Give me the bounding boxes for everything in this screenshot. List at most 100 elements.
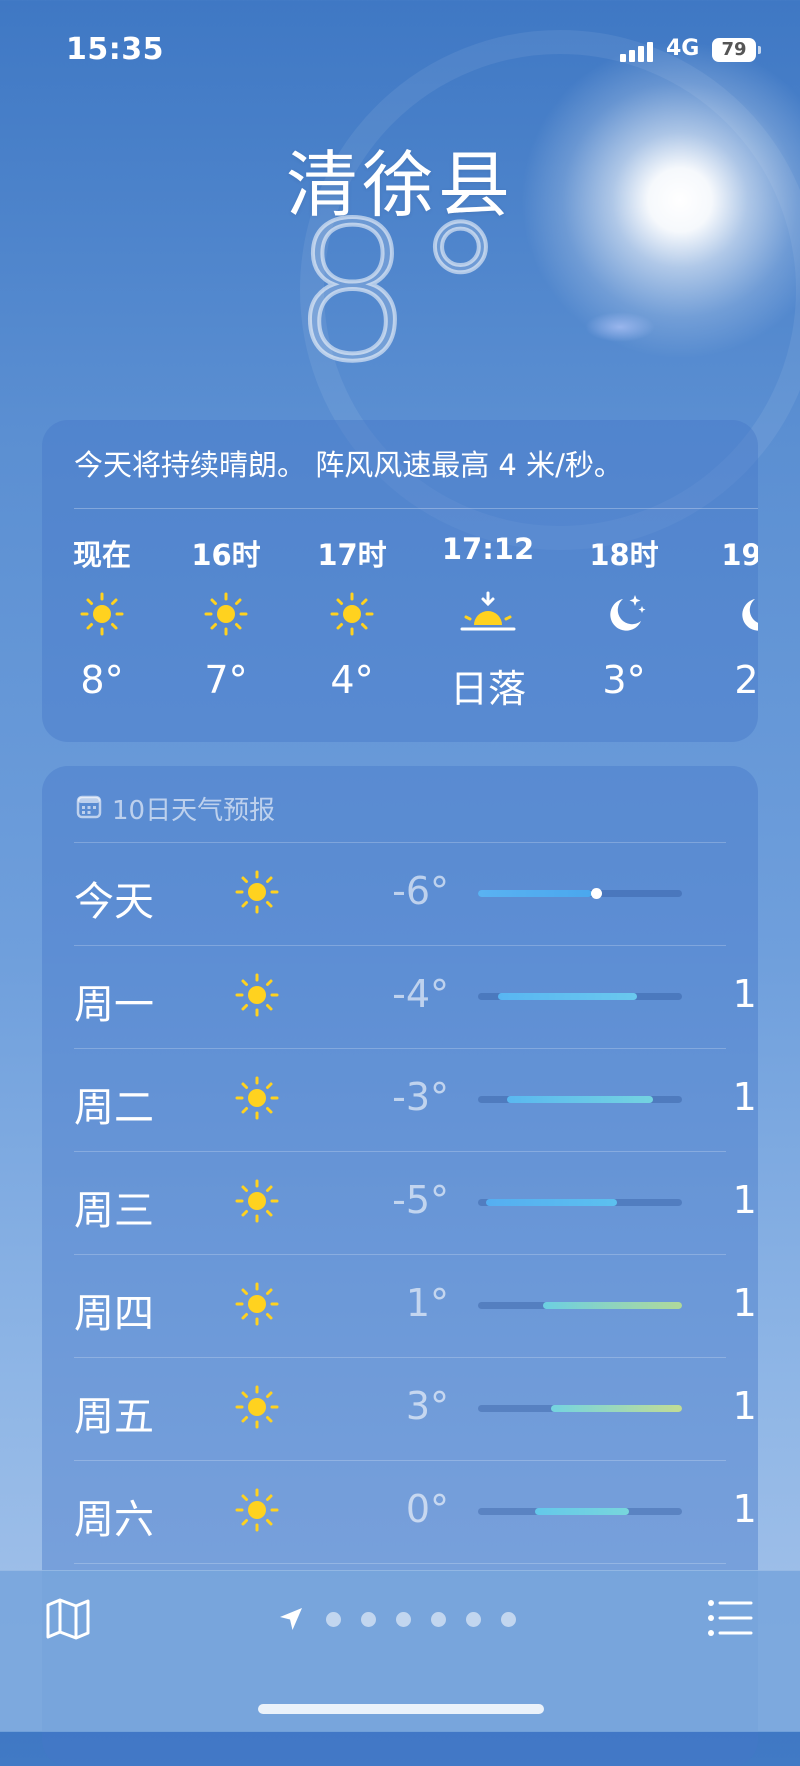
forecast-low: 3° [405,1384,449,1428]
ten-day-title: 10日天气预报 [112,795,276,826]
location-arrow-icon[interactable] [278,1606,304,1632]
ten-day-header: 10日天气预报 [76,788,275,828]
forecast-day: 周五 [74,1394,154,1440]
forecast-day: 周四 [74,1291,154,1337]
sun-icon [166,572,286,656]
hour-temperature: 3° [602,658,646,702]
forecast-high: 11° [732,1487,758,1531]
sun-icon [292,572,412,656]
sun-icon [234,1178,284,1228]
forecast-row[interactable]: 周三 -5° 10° [74,1151,758,1255]
hour-item: 现在 8° [42,532,162,702]
forecast-low: -4° [392,972,449,1016]
page-dot[interactable] [466,1611,481,1627]
sun-icon [234,1384,284,1434]
battery-icon: 79 [712,38,756,62]
sun-icon [234,1075,284,1125]
forecast-day: 周一 [74,982,154,1028]
page-dot[interactable] [431,1611,446,1627]
forecast-low: 0° [405,1487,449,1531]
forecast-low: -5° [392,1178,449,1222]
temperature-range-bar [551,1405,682,1412]
temperature-range-track [478,993,682,1000]
current-temperature: 8° [290,182,510,403]
sunset-icon [428,572,548,656]
temperature-range-track [478,1405,682,1412]
temperature-range-track [478,1508,682,1515]
forecast-row[interactable]: 今天 -6° 8° [74,842,758,946]
forecast-low: 1° [405,1281,449,1325]
bottom-toolbar [0,1570,800,1732]
battery-cap [758,46,761,54]
forecast-day: 周六 [74,1497,154,1543]
hour-temperature: 8° [80,658,124,702]
hour-temperature: 日落 [449,667,526,711]
current-temperature-marker [590,888,602,899]
forecast-row[interactable]: 周四 1° 17° [74,1254,758,1358]
calendar-icon [76,793,102,823]
moon-stars-icon [696,572,758,656]
hour-item: 17时 4° [292,532,412,702]
forecast-day: 今天 [74,879,154,925]
hour-label: 19时 [721,538,758,572]
forecast-high: 8° [680,869,758,913]
temperature-range-track [478,1302,682,1309]
hour-item: 18时 3° [564,532,684,702]
forecast-low: -6° [392,869,449,913]
temperature-range-bar [543,1302,682,1309]
temperature-range-bar [486,1199,617,1206]
sun-icon [234,1281,284,1331]
page-dot[interactable] [396,1611,411,1627]
temperature-range-track [478,888,682,899]
hour-temperature: 4° [330,658,374,702]
page-dot[interactable] [361,1611,376,1627]
hourly-strip[interactable]: 现在 8° 16时 7° 17时 4° 17:12 日落 18时 3° 19 2 [42,532,758,732]
cellular-signal-icon [620,40,656,62]
sun-icon [234,972,284,1022]
hour-label: 17:12 [441,532,535,566]
hour-label: 现在 [72,538,131,572]
page-dot[interactable] [501,1611,516,1627]
hourly-forecast-card[interactable]: 今天将持续晴朗。 阵风风速最高 4 米/秒。 现在 8° 16时 7° 17时 … [42,420,758,742]
moon-stars-icon [564,572,684,656]
hour-temperature: 2° [734,658,758,702]
temperature-range-track [478,1096,682,1103]
forecast-low: -3° [392,1075,449,1119]
forecast-high: 14° [732,1075,758,1119]
status-time: 15:35 [66,32,164,67]
hour-label: 17时 [317,538,387,572]
page-indicator[interactable] [278,1607,526,1631]
network-type: 4G [666,36,700,61]
page-dot[interactable] [326,1611,341,1627]
hour-item: 17:12 日落 [428,532,548,713]
status-bar: 15:35 4G 79 [0,28,800,72]
forecast-high: 10° [732,1178,758,1222]
forecast-row[interactable]: 周二 -3° 14° [74,1048,758,1152]
forecast-high: 17° [732,1281,758,1325]
forecast-high: 12° [732,972,758,1016]
map-icon[interactable] [44,1595,92,1643]
hour-label: 18时 [589,538,659,572]
home-indicator [258,1704,544,1714]
temperature-range-bar [498,993,638,1000]
temperature-range-bar [478,890,593,897]
hour-temperature: 7° [204,658,248,702]
sun-icon [234,869,284,919]
sun-icon [42,572,162,656]
temperature-range-track [478,1199,682,1206]
temperature-range-bar [535,1508,629,1515]
forecast-day: 周二 [74,1085,154,1131]
sun-icon [234,1487,284,1537]
divider [74,508,758,509]
list-icon[interactable] [706,1597,754,1639]
temperature-range-bar [506,1096,654,1103]
forecast-day: 周三 [74,1188,154,1234]
hour-item: 19时 2° [696,532,758,702]
forecast-row[interactable]: 周五 3° 17° [74,1357,758,1461]
forecast-high: 17° [732,1384,758,1428]
forecast-row[interactable]: 周一 -4° 12° [74,945,758,1049]
forecast-row[interactable]: 周六 0° 11° [74,1460,758,1564]
weather-summary: 今天将持续晴朗。 阵风风速最高 4 米/秒。 [74,448,623,482]
hour-item: 16时 7° [166,532,286,702]
hour-label: 16时 [191,538,261,572]
